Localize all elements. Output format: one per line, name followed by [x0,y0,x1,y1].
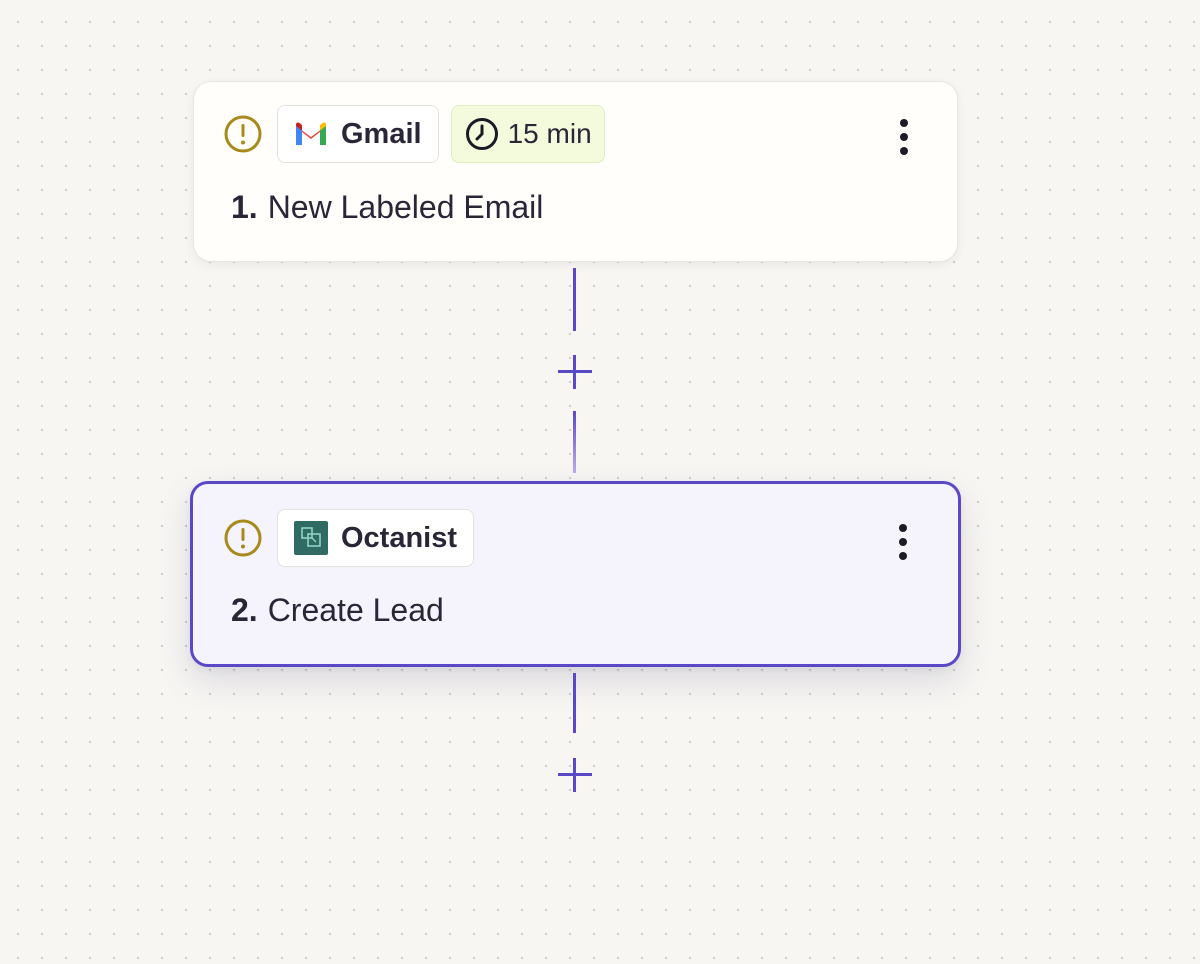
step-title-text: Create Lead [267,592,444,628]
step-title: 1. New Labeled Email [231,189,543,226]
zap-editor-canvas[interactable]: Gmail 15 min 1. New Labeled Email Octani… [0,0,1200,964]
add-step-button[interactable] [555,755,595,795]
step-menu-button[interactable] [891,115,917,159]
gmail-icon [293,116,329,152]
step-card-trigger[interactable]: Gmail 15 min 1. New Labeled Email [193,81,958,262]
app-name: Gmail [341,117,422,150]
step-header: Gmail 15 min [223,105,605,163]
connector-line [573,673,576,733]
step-title-text: New Labeled Email [267,189,544,225]
polling-interval-label: 15 min [507,118,592,149]
more-vertical-icon [900,119,908,127]
warning-icon [223,518,263,558]
warning-icon [223,114,263,154]
step-number: 2. [231,592,258,628]
polling-interval-badge[interactable]: 15 min [450,105,605,163]
step-header: Octanist [223,509,475,567]
app-pill-gmail[interactable]: Gmail [277,105,439,163]
clock-icon [464,116,500,152]
connector-line [573,268,576,331]
step-title: 2. Create Lead [231,592,444,629]
step-card-action[interactable]: Octanist 2. Create Lead [190,481,961,667]
add-step-button[interactable] [555,352,595,392]
app-pill-octanist[interactable]: Octanist [277,509,475,567]
step-menu-button[interactable] [890,520,916,564]
more-vertical-icon [899,524,907,532]
connector-line [573,411,576,473]
step-number: 1. [231,189,258,225]
app-name: Octanist [341,521,458,554]
octanist-icon [293,520,329,556]
